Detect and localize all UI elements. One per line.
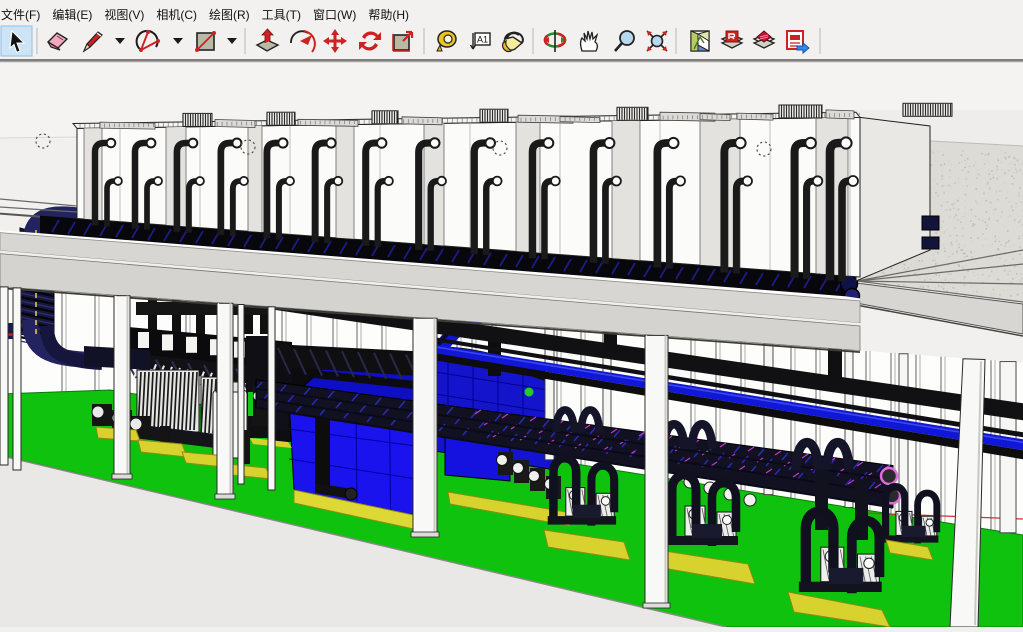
svg-text:A1: A1	[477, 35, 488, 45]
